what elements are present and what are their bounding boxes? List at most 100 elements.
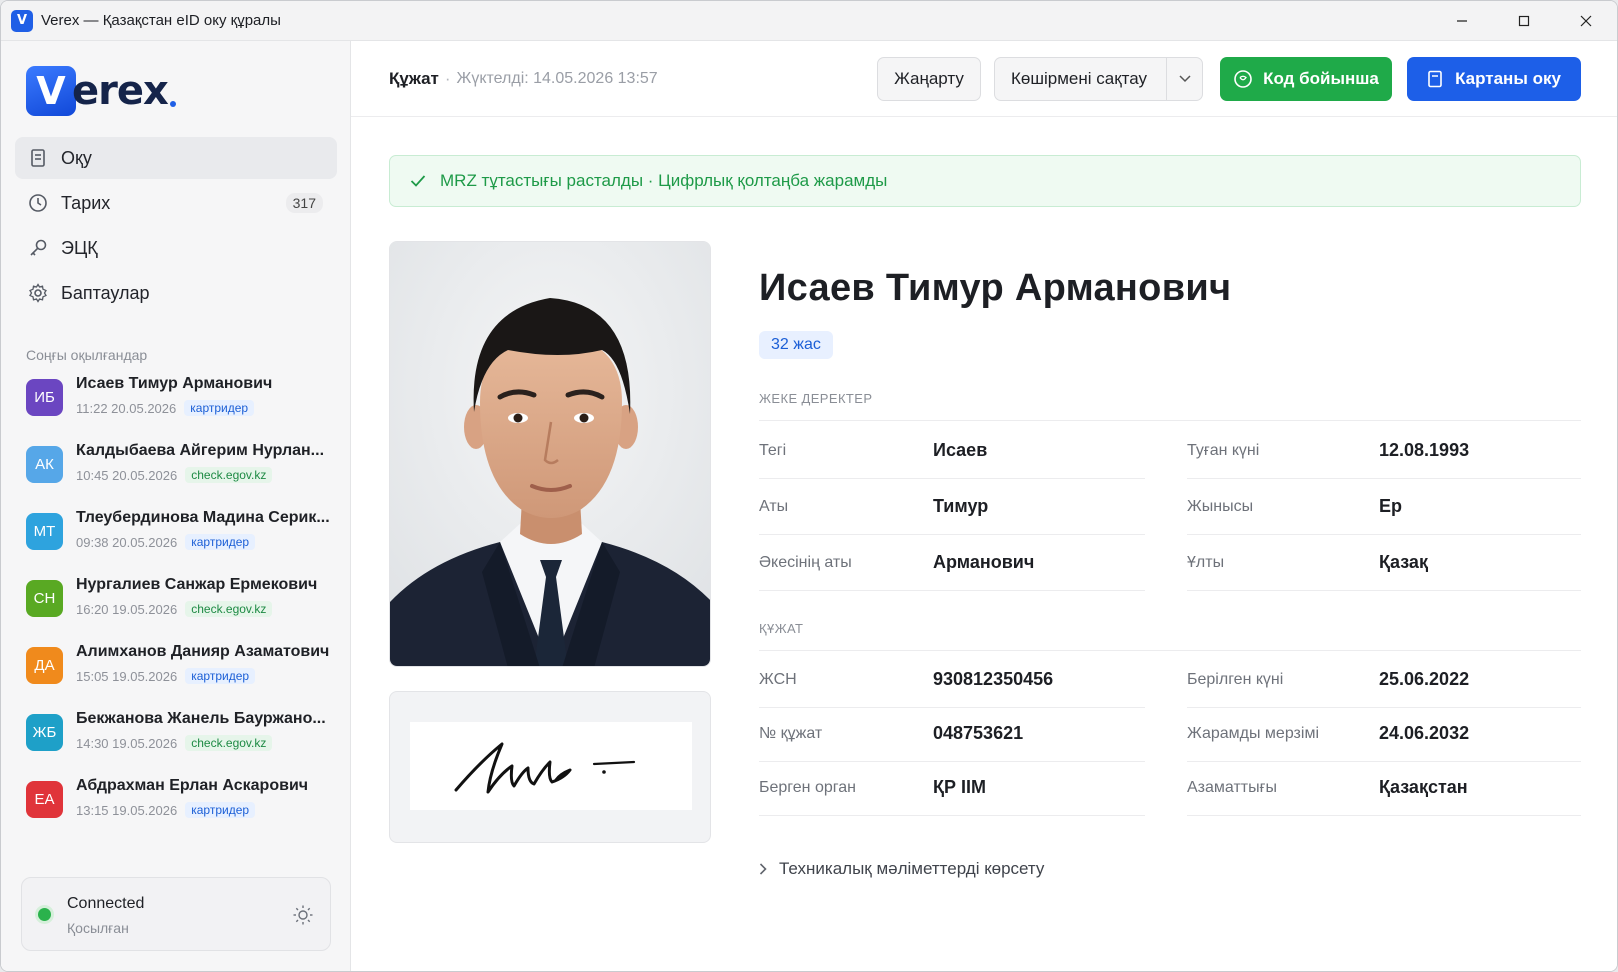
field-label: Туған күні [1187, 441, 1260, 459]
maximize-icon [1518, 15, 1530, 27]
recent-item-name: Нургалиев Санжар Ермекович [76, 576, 318, 593]
field-value: 24.06.2032 [1379, 723, 1470, 743]
app-window: V Verex — Қазақстан eID оку құралы V ere… [0, 0, 1618, 972]
sidebar-item-label: Тарих [61, 192, 111, 213]
recent-item-name: Абдрахман Ерлан Аскарович [76, 777, 309, 794]
sidebar-item-history[interactable]: Тарих 317 [15, 182, 337, 224]
source-badge: check.egov.kz [185, 735, 273, 751]
sidebar-item-label: Оқу [61, 147, 92, 168]
gear-icon [27, 282, 49, 304]
close-icon [1580, 15, 1592, 27]
recent-list: ИБ Исаев Тимур Арманович 11:22 20.05.2026 к… [26, 373, 336, 842]
recent-item-name: Исаев Тимур Арманович [76, 375, 273, 392]
recent-item[interactable]: ДА Алимханов Данияр Азаматович 15:05 19.05… [26, 641, 336, 708]
connection-status-card: Connected Қосылған [21, 877, 331, 951]
field-nationality: Ұлты Қазақ [1187, 535, 1581, 591]
section-divider [759, 420, 1581, 421]
minimize-button[interactable] [1431, 1, 1493, 41]
field-first-name: Аты Тимур [759, 479, 1145, 535]
logo-mark: V [26, 66, 76, 116]
avatar: ДА [26, 647, 63, 684]
field-label: Аты [759, 497, 789, 515]
signature-card [389, 691, 711, 843]
sidebar-item-eds[interactable]: ЭЦҚ [15, 227, 337, 269]
field-issuing-authority: Берген орган ҚР IIM [759, 760, 1145, 816]
avatar: СН [26, 580, 63, 617]
recent-item-time: 16:20 19.05.2026 [76, 601, 178, 617]
recent-item[interactable]: СН Нургалиев Санжар Ермекович 16:20 19.05.… [26, 574, 336, 641]
avatar: ЖБ [26, 714, 63, 751]
save-copy-label: Көшірмені сақтау [1011, 69, 1148, 88]
field-label: Әкесінің аты [759, 553, 852, 571]
chat-icon [1234, 70, 1252, 88]
recent-item-name: Тлеубердинова Мадина Серик... [76, 509, 330, 526]
save-copy-dropdown[interactable] [1166, 58, 1202, 100]
document-section-title: ҚҰЖАТ [759, 621, 804, 636]
recent-item-text: Бекжанова Жанель Бауржано... 14:30 19.05.… [76, 710, 334, 751]
recent-item-name: Калдыбаева Айгерим Нурлан... [76, 442, 325, 459]
sidebar: V erex Оқу Тарих 317 ЭЦҚ Баптаулар Соңғы… [1, 41, 351, 971]
signature-image [410, 722, 692, 810]
avatar: МТ [26, 513, 63, 550]
source-badge: картридер [185, 802, 256, 818]
recent-item-text: Абдрахман Ерлан Аскарович 13:15 19.05.202… [76, 777, 334, 818]
close-button[interactable] [1555, 1, 1617, 41]
field-surname: Тегі Исаев [759, 423, 1145, 479]
field-label: Берілген күні [1187, 670, 1284, 688]
recent-item-meta: 13:15 19.05.2026 картридер [76, 802, 334, 818]
code-lookup-label: Код бойынша [1263, 69, 1379, 88]
read-card-button[interactable]: Картаны оку [1407, 57, 1581, 101]
recent-item-name: Бекжанова Жанель Бауржано... [76, 710, 326, 727]
recent-item-meta: 14:30 19.05.2026 check.egov.kz [76, 735, 334, 751]
save-copy-split-button[interactable]: Көшірмені сақтау [994, 57, 1203, 101]
recent-item-time: 11:22 20.05.2026 [76, 400, 177, 416]
field-document-number: № құжат 048753621 [759, 706, 1145, 762]
sidebar-item-read[interactable]: Оқу [15, 137, 337, 179]
field-patronymic: Әкесінің аты Арманович [759, 535, 1145, 591]
app-icon: V [11, 9, 33, 32]
field-birth-date: Туған күні 12.08.1993 [1187, 423, 1581, 479]
read-card-label: Картаны оку [1455, 69, 1561, 88]
recent-item[interactable]: МТ Тлеубердинова Мадина Серик... 09:38 20.… [26, 507, 336, 574]
window-controls [1431, 1, 1617, 41]
recent-item-meta: 15:05 19.05.2026 картридер [76, 668, 334, 684]
recent-item[interactable]: ИБ Исаев Тимур Арманович 11:22 20.05.2026 к… [26, 373, 336, 440]
field-value: ҚР IIM [933, 777, 986, 797]
field-label: Жарамды мерзімі [1187, 724, 1319, 742]
source-badge: check.egov.kz [185, 467, 273, 483]
app-logo: V erex [26, 65, 176, 117]
show-technical-details-toggle[interactable]: Техникалық мәліметтерді көрсету [759, 859, 1044, 879]
technical-details-label: Техникалық мәліметтерді көрсету [779, 859, 1045, 878]
field-value: 930812350456 [933, 669, 1054, 689]
breadcrumb-separator: · [444, 69, 451, 88]
recent-item-meta: 16:20 19.05.2026 check.egov.kz [76, 601, 334, 617]
maximize-button[interactable] [1493, 1, 1555, 41]
recent-item-text: Тлеубердинова Мадина Серик... 09:38 20.05… [76, 509, 334, 550]
source-badge: check.egov.kz [185, 601, 273, 617]
avatar: ИБ [26, 379, 63, 416]
recent-item-time: 13:15 19.05.2026 [76, 802, 178, 818]
recent-item[interactable]: ЖБ Бекжанова Жанель Бауржано... 14:30 19.0… [26, 708, 336, 775]
loaded-timestamp: Жүктелді: 14.05.2026 13:57 [456, 70, 658, 87]
field-value: Тимур [933, 496, 989, 516]
field-label: Тегі [759, 441, 787, 459]
field-value: Ер [1379, 496, 1403, 516]
chevron-down-icon [1178, 75, 1191, 83]
refresh-button[interactable]: Жаңарту [877, 57, 981, 101]
source-badge: картридер [185, 534, 256, 550]
recent-item-text: Нургалиев Санжар Ермекович 16:20 19.05.20… [76, 576, 334, 617]
title-bar: V Verex — Қазақстан eID оку құралы [1, 1, 1617, 41]
recent-item[interactable]: ЕА Абдрахман Ерлан Аскарович 13:15 19.05.2… [26, 775, 336, 842]
check-icon [410, 175, 426, 187]
field-value: Қазақстан [1379, 777, 1468, 797]
recent-item-text: Исаев Тимур Арманович 11:22 20.05.2026 кар… [76, 375, 334, 416]
recent-item-text: Калдыбаева Айгерим Нурлан... 10:45 20.05.… [76, 442, 334, 483]
field-value: 048753621 [933, 723, 1024, 743]
recent-item-meta: 10:45 20.05.2026 check.egov.kz [76, 467, 334, 483]
field-label: № құжат [759, 724, 823, 742]
code-lookup-button[interactable]: Код бойынша [1220, 57, 1392, 101]
sidebar-item-settings[interactable]: Баптаулар [15, 272, 337, 314]
sun-icon[interactable] [292, 904, 314, 926]
recent-item[interactable]: АК Калдыбаева Айгерим Нурлан... 10:45 20.0… [26, 440, 336, 507]
logo-dot [169, 101, 176, 107]
